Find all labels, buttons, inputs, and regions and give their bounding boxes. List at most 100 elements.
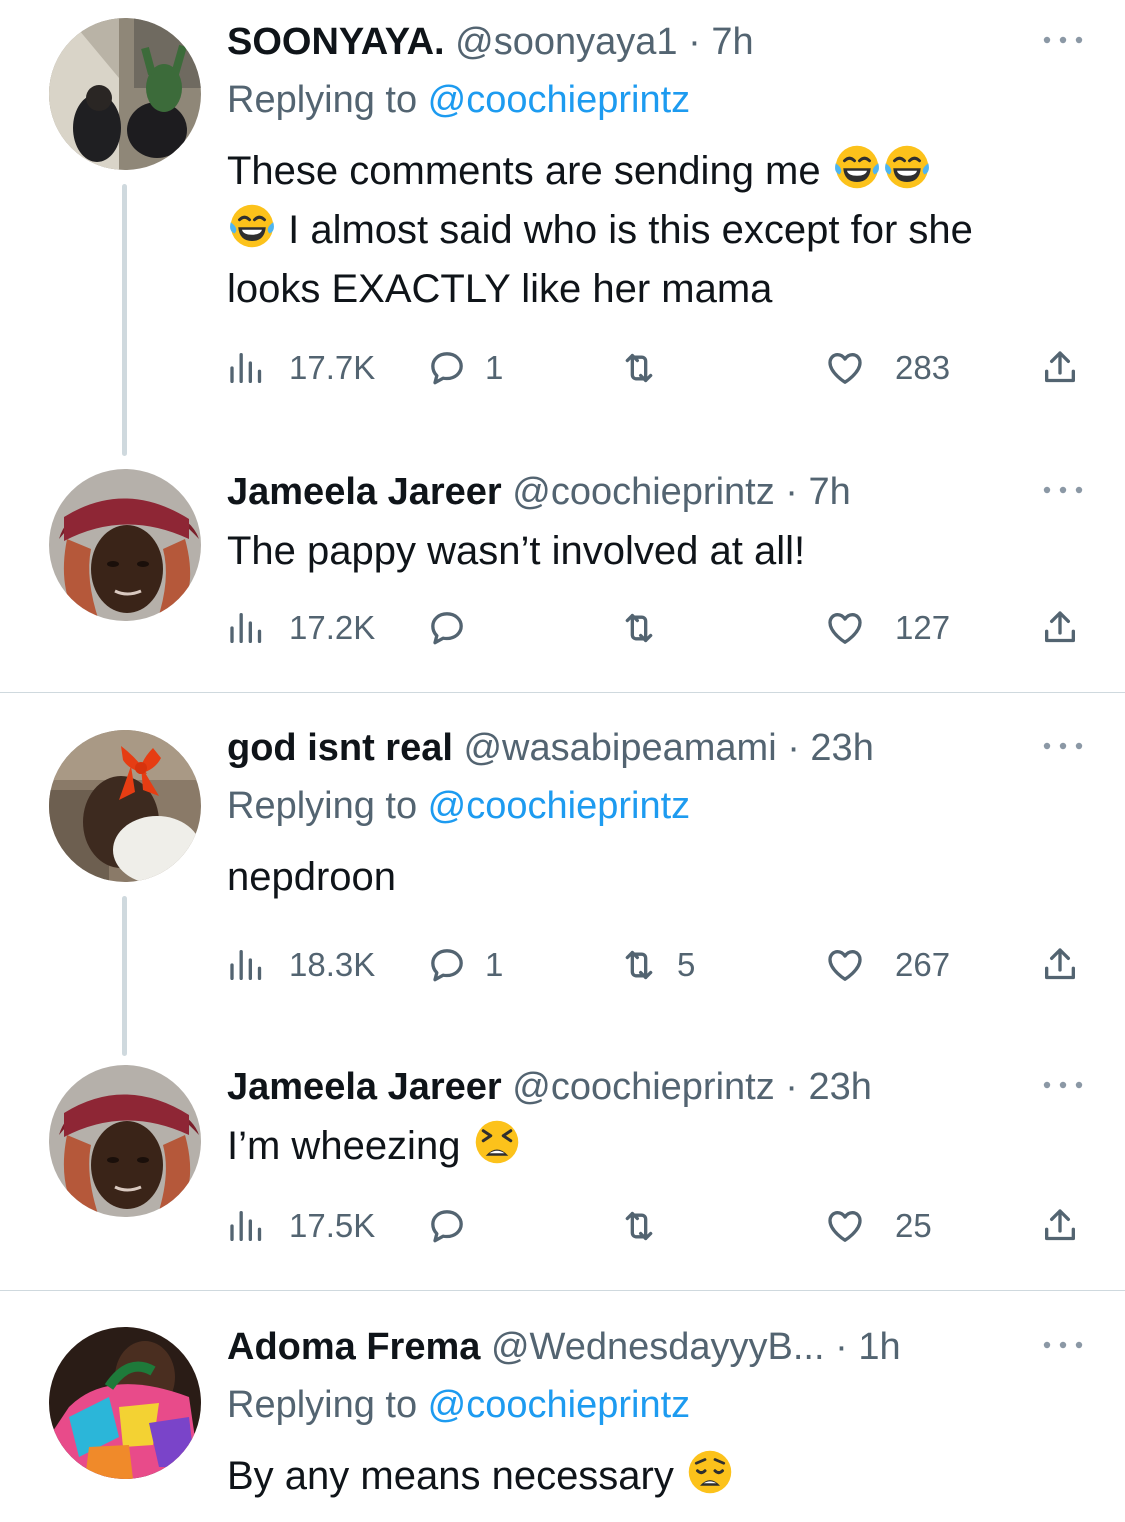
- tweet[interactable]: SOONYAYA. @soonyaya1 · 7h Replying to @c…: [0, 0, 1125, 460]
- views-button[interactable]: 17.2K: [227, 603, 375, 653]
- views-button[interactable]: 17.7K: [227, 343, 375, 393]
- more-icon[interactable]: [1025, 1067, 1085, 1097]
- separator-dot: ·: [785, 1066, 798, 1108]
- tweet-text: These comments are sending me I almost s…: [227, 142, 1085, 319]
- tweet-text: I’m wheezing: [227, 1117, 1085, 1176]
- tweet-text-line: I almost said who is this except for she: [288, 208, 973, 252]
- display-name[interactable]: Adoma Frema: [227, 1326, 480, 1368]
- timestamp[interactable]: 1h: [858, 1326, 900, 1368]
- reply-icon: [427, 1206, 467, 1246]
- timestamp[interactable]: 7h: [809, 471, 851, 513]
- display-name[interactable]: Jameela Jareer: [227, 1066, 502, 1108]
- retweet-icon: [619, 945, 659, 985]
- like-count: 127: [895, 609, 951, 646]
- replying-prefix: Replying to: [227, 785, 428, 827]
- retweet-button[interactable]: [619, 343, 677, 393]
- tweet[interactable]: god isnt real @wasabipeamami · 23h Reply…: [0, 693, 1125, 1056]
- share-button[interactable]: [1040, 603, 1080, 653]
- tweet-text: By any means necessary: [227, 1447, 1085, 1506]
- views-count: 17.5K: [289, 1207, 376, 1244]
- share-icon: [1040, 945, 1080, 985]
- more-icon[interactable]: [1025, 472, 1085, 502]
- tweet-text: nepdroon: [227, 855, 397, 899]
- avatar[interactable]: [49, 18, 201, 170]
- replying-to: Replying to @coochieprintz: [227, 1381, 1085, 1429]
- avatar[interactable]: [49, 1065, 201, 1217]
- timestamp[interactable]: 7h: [711, 21, 753, 63]
- views-button[interactable]: 18.3K: [227, 940, 375, 990]
- retweet-button[interactable]: 5: [619, 940, 695, 990]
- more-icon[interactable]: [1025, 728, 1085, 758]
- tweet-actions: 17.5K 25: [227, 1201, 1087, 1251]
- reply-button[interactable]: [427, 603, 485, 653]
- retweet-button[interactable]: [619, 603, 677, 653]
- views-count: 18.3K: [289, 946, 376, 983]
- like-button[interactable]: 127: [825, 603, 950, 653]
- share-button[interactable]: [1040, 1201, 1080, 1251]
- replying-to: Replying to @coochieprintz: [227, 76, 1085, 124]
- display-name[interactable]: SOONYAYA.: [227, 21, 445, 63]
- views-icon: [227, 348, 267, 388]
- separator-dot: ·: [787, 727, 800, 769]
- reply-count: 1: [485, 349, 504, 386]
- views-icon: [227, 608, 267, 648]
- like-button[interactable]: 283: [825, 343, 950, 393]
- tweet-header: Adoma Frema @WednesdayyyB... · 1h: [227, 1323, 1085, 1371]
- weary-face-icon: [685, 1447, 735, 1497]
- replying-mention-link[interactable]: @coochieprintz: [428, 1384, 690, 1426]
- like-icon: [825, 1206, 865, 1246]
- share-icon: [1040, 348, 1080, 388]
- avatar[interactable]: [49, 469, 201, 621]
- retweet-button[interactable]: [619, 1201, 677, 1251]
- reply-button[interactable]: 1: [427, 343, 503, 393]
- like-button[interactable]: 267: [825, 940, 950, 990]
- tweet[interactable]: Jameela Jareer @coochieprintz · 7h The p…: [0, 460, 1125, 692]
- handle[interactable]: @wasabipeamami: [463, 727, 776, 769]
- face-with-tears-of-joy-icon: [882, 142, 932, 192]
- replying-to: Replying to @coochieprintz: [227, 782, 1085, 830]
- replying-prefix: Replying to: [227, 79, 428, 121]
- views-icon: [227, 1206, 267, 1246]
- views-count: 17.2K: [289, 609, 376, 646]
- separator-dot: ·: [688, 21, 701, 63]
- reply-button[interactable]: [427, 1201, 485, 1251]
- tweet-actions: 18.3K 1 5 267: [227, 940, 1087, 990]
- like-icon: [825, 608, 865, 648]
- more-icon[interactable]: [1025, 22, 1085, 52]
- tweet[interactable]: Jameela Jareer @coochieprintz · 23h I’m …: [0, 1055, 1125, 1290]
- handle[interactable]: @coochieprintz: [512, 471, 774, 513]
- reply-icon: [427, 348, 467, 388]
- timestamp[interactable]: 23h: [810, 727, 873, 769]
- tweet-text-line: I’m wheezing: [227, 1124, 461, 1168]
- replying-mention-link[interactable]: @coochieprintz: [428, 785, 690, 827]
- more-icon[interactable]: [1025, 1327, 1085, 1357]
- tweet-text-line: looks EXACTLY like her mama: [227, 267, 773, 311]
- views-button[interactable]: 17.5K: [227, 1201, 375, 1251]
- display-name[interactable]: Jameela Jareer: [227, 471, 502, 513]
- handle[interactable]: @WednesdayyyB...: [491, 1326, 825, 1368]
- tweet-text-line: These comments are sending me: [227, 149, 821, 193]
- reply-icon: [427, 945, 467, 985]
- like-button[interactable]: 25: [825, 1201, 932, 1251]
- replying-prefix: Replying to: [227, 1384, 428, 1426]
- retweet-icon: [619, 608, 659, 648]
- like-icon: [825, 945, 865, 985]
- handle[interactable]: @soonyaya1: [455, 21, 677, 63]
- handle[interactable]: @coochieprintz: [512, 1066, 774, 1108]
- like-icon: [825, 348, 865, 388]
- tweet[interactable]: Adoma Frema @WednesdayyyB... · 1h Replyi…: [0, 1291, 1125, 1522]
- share-button[interactable]: [1040, 343, 1080, 393]
- tweet-header: Jameela Jareer @coochieprintz · 7h: [227, 468, 1085, 516]
- like-count: 267: [895, 946, 951, 983]
- replying-mention-link[interactable]: @coochieprintz: [428, 79, 690, 121]
- retweet-count: 5: [677, 946, 696, 983]
- tweet-header: SOONYAYA. @soonyaya1 · 7h: [227, 18, 1085, 66]
- display-name[interactable]: god isnt real: [227, 727, 453, 769]
- reply-button[interactable]: 1: [427, 940, 503, 990]
- share-button[interactable]: [1040, 940, 1080, 990]
- avatar[interactable]: [49, 1327, 201, 1479]
- timestamp[interactable]: 23h: [809, 1066, 872, 1108]
- separator-dot: ·: [785, 471, 798, 513]
- face-with-tears-of-joy-icon: [832, 142, 882, 192]
- avatar[interactable]: [49, 730, 201, 882]
